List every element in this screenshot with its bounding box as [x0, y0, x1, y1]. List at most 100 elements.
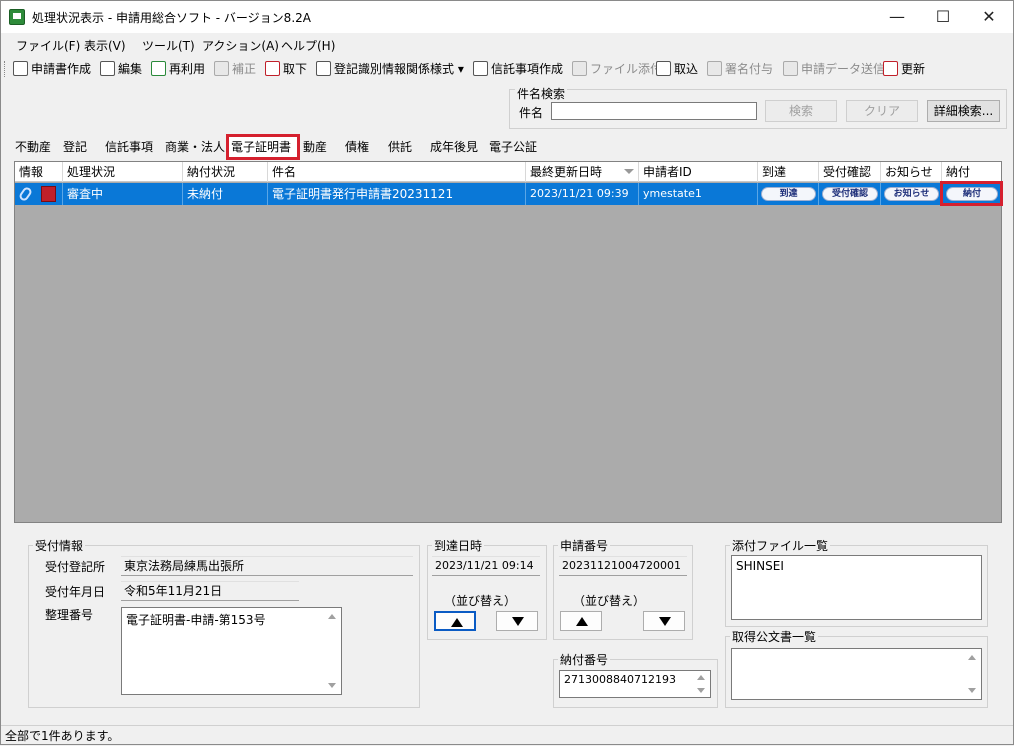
attachment-list[interactable]: SHINSEI — [731, 555, 982, 620]
arrival-button[interactable]: 到達 — [761, 187, 816, 201]
col-status[interactable]: 処理状況 — [63, 162, 183, 182]
menu-view[interactable]: 表示(V) — [84, 37, 126, 54]
receipt-confirm-button[interactable]: 受付確認 — [822, 187, 878, 201]
amend-button[interactable]: 補正 — [214, 59, 256, 79]
send-icon — [783, 61, 798, 76]
document-red-icon — [41, 186, 56, 202]
menu-action[interactable]: アクション(A) — [202, 37, 279, 54]
refresh-button[interactable]: 更新 — [883, 59, 925, 79]
detail-search-button[interactable]: 詳細検索... — [927, 100, 1000, 122]
reference-number-field[interactable]: 電子証明書-申請-第153号 — [121, 607, 342, 695]
menu-help[interactable]: ヘルプ(H) — [281, 37, 335, 54]
registration-forms-button[interactable]: 登記識別情報関係様式 ▾ — [316, 59, 464, 79]
tab-registry[interactable]: 登記 — [63, 135, 87, 161]
office-label: 受付登記所 — [45, 560, 106, 574]
reference-number-text: 電子証明書-申請-第153号 — [126, 613, 266, 627]
tab-claims[interactable]: 債権 — [345, 135, 369, 161]
status-bar: 全部で1件あります。 — [1, 725, 1013, 745]
scroll-down-icon — [968, 688, 976, 693]
scroll-down-icon — [328, 683, 336, 688]
number-label: 整理番号 — [45, 608, 94, 622]
edit-button[interactable]: 編集 — [100, 59, 142, 79]
date-label: 受付年月日 — [45, 585, 106, 599]
info-cell — [15, 183, 63, 205]
window-title: 処理状況表示 - 申請用総合ソフト - バージョン8.2A — [32, 11, 311, 25]
col-updated[interactable]: 最終更新日時 — [526, 162, 639, 182]
app-window: 処理状況表示 - 申請用総合ソフト - バージョン8.2A — ☐ ✕ ファイル… — [0, 0, 1014, 745]
search-button[interactable]: 検索 — [765, 100, 837, 122]
arrival-label: 到達日時 — [432, 537, 485, 554]
maximize-button[interactable]: ☐ — [920, 1, 966, 33]
menu-bar: ファイル(F) 表示(V) ツール(T) アクション(A) ヘルプ(H) — [1, 34, 1013, 56]
tab-trust[interactable]: 信託事項 — [105, 135, 153, 161]
attach-file-button[interactable]: ファイル添付 — [572, 59, 662, 79]
refresh-icon — [883, 61, 898, 76]
col-applicant-id[interactable]: 申請者ID — [639, 162, 758, 182]
application-sort-desc-button[interactable] — [643, 611, 685, 631]
updated-cell: 2023/11/21 09:39 — [526, 183, 639, 205]
minimize-button[interactable]: — — [874, 1, 920, 33]
trust-icon — [473, 61, 488, 76]
menu-file[interactable]: ファイル(F) — [16, 37, 80, 54]
col-payment-status[interactable]: 納付状況 — [183, 162, 268, 182]
withdraw-button[interactable]: 取下 — [265, 59, 307, 79]
tab-e-certificate[interactable]: 電子証明書 — [231, 135, 291, 161]
close-button[interactable]: ✕ — [966, 1, 1012, 33]
notice-button[interactable]: お知らせ — [884, 187, 939, 201]
application-number-value: 20231121004720001 — [559, 556, 687, 576]
arrival-sort-asc-button[interactable] — [434, 611, 476, 631]
tab-deposit[interactable]: 供託 — [388, 135, 412, 161]
tab-movables[interactable]: 動産 — [303, 135, 327, 161]
scrollbar[interactable] — [694, 672, 709, 696]
edit-icon — [100, 61, 115, 76]
tab-real-estate[interactable]: 不動産 — [15, 135, 51, 161]
obtained-docs-list[interactable] — [731, 648, 982, 700]
clear-button[interactable]: クリア — [846, 100, 918, 122]
tab-e-notary[interactable]: 電子公証 — [489, 135, 537, 161]
sign-icon — [707, 61, 722, 76]
triangle-down-icon — [512, 617, 524, 626]
col-notice[interactable]: お知らせ — [881, 162, 942, 182]
subject-label: 件名 — [519, 106, 544, 120]
trust-items-button[interactable]: 信託事項作成 — [473, 59, 563, 79]
tab-commercial[interactable]: 商業・法人 — [165, 135, 225, 161]
col-info[interactable]: 情報 — [15, 162, 63, 182]
create-application-button[interactable]: 申請書作成 — [13, 59, 91, 79]
col-arrival[interactable]: 到達 — [758, 162, 819, 182]
arrival-sort-desc-button[interactable] — [496, 611, 538, 631]
scrollbar[interactable] — [965, 650, 980, 698]
obtained-docs-label: 取得公文書一覧 — [730, 628, 819, 645]
scroll-down-icon — [697, 688, 705, 693]
tab-guardianship[interactable]: 成年後見 — [430, 135, 478, 161]
forms-icon — [316, 61, 331, 76]
subject-search-label: 件名検索 — [515, 85, 568, 102]
paperclip-icon — [17, 185, 34, 203]
scrollbar[interactable] — [325, 609, 340, 693]
import-button[interactable]: 取込 — [656, 59, 698, 79]
reuse-button[interactable]: 再利用 — [151, 59, 205, 79]
withdraw-icon — [265, 61, 280, 76]
sort-desc-icon — [624, 169, 634, 174]
col-payment[interactable]: 納付 — [942, 162, 1001, 182]
menu-tools[interactable]: ツール(T) — [142, 37, 195, 54]
status-cell: 審査中 — [63, 183, 183, 205]
send-data-button[interactable]: 申請データ送信 — [783, 59, 885, 79]
attach-icon — [572, 61, 587, 76]
subject-cell: 電子証明書発行申請書20231121 — [268, 183, 526, 205]
import-icon — [656, 61, 671, 76]
application-sort-asc-button[interactable] — [560, 611, 602, 631]
status-grid: 情報 処理状況 納付状況 件名 最終更新日時 申請者ID 到達 受付確認 お知ら… — [14, 161, 1002, 523]
table-row[interactable]: 審査中 未納付 電子証明書発行申請書20231121 2023/11/21 09… — [15, 183, 1001, 205]
reuse-icon — [151, 61, 166, 76]
payment-number-field[interactable]: 2713008840712193 — [559, 670, 711, 698]
attachment-item[interactable]: SHINSEI — [736, 559, 977, 573]
col-receipt[interactable]: 受付確認 — [819, 162, 881, 182]
application-number-label: 申請番号 — [558, 537, 611, 554]
col-subject[interactable]: 件名 — [268, 162, 526, 182]
reception-info-label: 受付情報 — [33, 537, 86, 554]
payment-status-cell: 未納付 — [183, 183, 268, 205]
applicant-id-cell: ymestate1 — [639, 183, 758, 205]
sign-button[interactable]: 署名付与 — [707, 59, 773, 79]
subject-search-input[interactable] — [551, 102, 757, 120]
document-icon — [13, 61, 28, 76]
